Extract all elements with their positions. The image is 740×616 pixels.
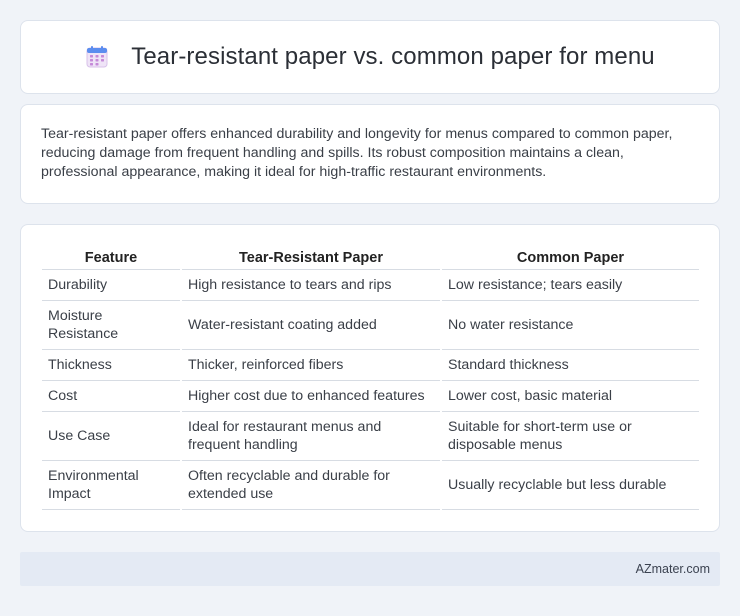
column-header-common: Common Paper [440,247,699,270]
table-row: Thickness Thicker, reinforced fibers Sta… [42,349,699,381]
footer-brand[interactable]: AZmater.com [636,562,710,576]
feature-cell: Durability [42,269,181,301]
table-row: Cost Higher cost due to enhanced feature… [42,380,699,412]
table-row: Moisture Resistance Water-resistant coat… [42,300,699,350]
common-cell: Standard thickness [440,349,699,381]
common-cell: Low resistance; tears easily [440,269,699,301]
tear-resistant-cell: Often recyclable and durable for extende… [180,460,441,510]
feature-cell: Environmental Impact [42,460,181,510]
feature-cell: Cost [42,380,181,412]
footer-bar: AZmater.com [20,552,720,586]
feature-cell: Use Case [42,411,181,461]
tear-resistant-cell: Ideal for restaurant menus and frequent … [180,411,441,461]
title-card: Tear-resistant paper vs. common paper fo… [20,20,720,94]
feature-cell: Moisture Resistance [42,300,181,350]
table-row: Use Case Ideal for restaurant menus and … [42,411,699,461]
page-title: Tear-resistant paper vs. common paper fo… [131,43,655,70]
tear-resistant-cell: Water-resistant coating added [180,300,441,350]
tear-resistant-cell: Higher cost due to enhanced features [180,380,441,412]
calendar-icon [85,45,109,69]
table-header-row: Feature Tear-Resistant Paper Common Pape… [42,247,699,270]
summary-text: Tear-resistant paper offers enhanced dur… [41,126,673,180]
column-header-tear-resistant: Tear-Resistant Paper [180,247,441,270]
common-cell: Usually recyclable but less durable [440,460,699,510]
table-row: Environmental Impact Often recyclable an… [42,460,699,510]
title-wrap: Tear-resistant paper vs. common paper fo… [85,43,655,71]
common-cell: Suitable for short-term use or disposabl… [440,411,699,461]
common-cell: No water resistance [440,300,699,350]
table-row: Durability High resistance to tears and … [42,269,699,301]
tear-resistant-cell: Thicker, reinforced fibers [180,349,441,381]
tear-resistant-cell: High resistance to tears and rips [180,269,441,301]
column-header-feature: Feature [42,247,181,270]
comparison-table: Feature Tear-Resistant Paper Common Pape… [42,247,699,510]
common-cell: Lower cost, basic material [440,380,699,412]
comparison-card: Feature Tear-Resistant Paper Common Pape… [20,224,720,532]
summary-card: Tear-resistant paper offers enhanced dur… [20,104,720,204]
feature-cell: Thickness [42,349,181,381]
